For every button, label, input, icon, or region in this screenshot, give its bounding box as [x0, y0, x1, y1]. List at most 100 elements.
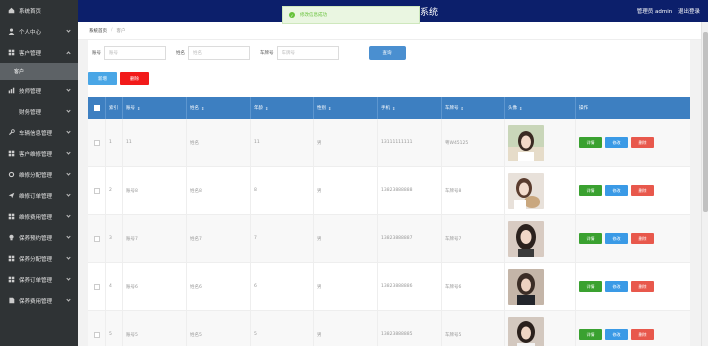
sidebar-item-repair-assign[interactable]: 维修分配管理 — [0, 164, 78, 185]
search-button[interactable]: 查询 — [368, 46, 406, 60]
row-checkbox[interactable] — [93, 139, 100, 146]
header-age[interactable]: 年龄 ⇕ — [251, 97, 314, 119]
sort-icon: ⇕ — [265, 105, 269, 111]
edit-button[interactable]: 修改 — [605, 281, 628, 292]
send-icon — [8, 192, 15, 199]
gender-cell: 男 — [314, 118, 378, 167]
name-cell: 姓名5 — [187, 310, 251, 346]
row-actions: 详情 修改 删除 — [579, 185, 654, 196]
sidebar-item-vehicle[interactable]: 车辆信息管理 — [0, 122, 78, 143]
header-phone[interactable]: 手机 ⇕ — [378, 97, 442, 119]
chevron-down-icon — [66, 213, 71, 218]
scrollbar-thumb[interactable] — [703, 32, 708, 212]
row-checkbox[interactable] — [93, 283, 100, 290]
row-checkbox[interactable] — [93, 235, 100, 242]
sidebar-subitem-customer[interactable]: 客户 — [0, 63, 78, 80]
account-cell: 账号7 — [123, 214, 187, 263]
logout-link[interactable]: 退出登录 — [678, 9, 700, 15]
breadcrumb: 系统首页 / 客户 — [78, 22, 708, 40]
header-plate[interactable]: 车牌号 ⇕ — [442, 97, 505, 119]
index-cell: 5 — [106, 310, 123, 346]
name-input[interactable] — [188, 46, 250, 60]
account-cell: 账号5 — [123, 310, 187, 346]
plate-cell: 车牌号5 — [442, 310, 505, 346]
sidebar-item-technician[interactable]: 技师管理 — [0, 80, 78, 101]
chevron-down-icon — [66, 28, 71, 33]
plate-input[interactable] — [276, 46, 339, 60]
chevron-down-icon — [66, 255, 71, 260]
edit-button[interactable]: 修改 — [605, 185, 628, 196]
account-label: 账号 — [92, 51, 101, 56]
chevron-down-icon — [66, 297, 71, 302]
header-name[interactable]: 姓名 ⇕ — [187, 97, 251, 119]
sidebar-item-maintenance-order[interactable]: 保养订单管理 — [0, 269, 78, 290]
sidebar-item-maintenance-fee[interactable]: 保养费用管理 — [0, 290, 78, 311]
sidebar-item-customer-repair[interactable]: 客户维修管理 — [0, 143, 78, 164]
avatar-cell — [505, 118, 576, 167]
row-actions: 详情 修改 删除 — [579, 137, 654, 148]
name-cell: 姓名 — [187, 118, 251, 167]
delete-button[interactable]: 删除 — [631, 137, 654, 148]
select-all-checkbox[interactable] — [93, 105, 100, 111]
delete-button[interactable]: 删除 — [631, 233, 654, 244]
delete-button[interactable]: 删除 — [631, 281, 654, 292]
sidebar-item-home[interactable]: 系统首页 — [0, 0, 78, 21]
edit-button[interactable]: 修改 — [605, 137, 628, 148]
detail-button[interactable]: 详情 — [579, 185, 602, 196]
batch-delete-button[interactable]: 删除 — [120, 72, 149, 85]
index-cell: 1 — [106, 118, 123, 167]
account-input[interactable] — [104, 46, 166, 60]
index-cell: 4 — [106, 262, 123, 311]
main-panel: 账号 姓名 车牌号 查询 新增 删除 索引 账号⇕ 姓名⇕ 年龄⇕ 性别⇕ 手机… — [88, 40, 690, 346]
row-checkbox[interactable] — [93, 331, 100, 338]
sidebar-item-customer[interactable]: 客户管理 — [0, 42, 78, 63]
gender-cell: 男 — [314, 214, 378, 263]
grid-icon — [8, 213, 15, 220]
user-label: 管理员 admin — [636, 9, 673, 15]
sidebar-item-finance[interactable]: 财务管理 — [0, 101, 78, 122]
detail-button[interactable]: 详情 — [579, 233, 602, 244]
index-cell: 2 — [106, 166, 123, 215]
chart-icon — [8, 87, 15, 94]
header-label: 车牌号 — [445, 106, 459, 111]
home-icon — [8, 7, 15, 14]
detail-button[interactable]: 详情 — [579, 329, 602, 340]
sidebar-subitem-label: 客户 — [14, 69, 25, 75]
chevron-down-icon — [66, 276, 71, 281]
grid-icon — [8, 276, 15, 283]
detail-button[interactable]: 详情 — [579, 137, 602, 148]
header-index: 索引 — [106, 97, 123, 119]
sidebar-item-maintenance-assign[interactable]: 保养分配管理 — [0, 248, 78, 269]
detail-button[interactable]: 详情 — [579, 281, 602, 292]
dot-icon — [8, 108, 15, 115]
sidebar-item-repair-order[interactable]: 维修订单管理 — [0, 185, 78, 206]
delete-button[interactable]: 删除 — [631, 329, 654, 340]
page-scrollbar[interactable] — [701, 22, 708, 346]
chevron-down-icon — [66, 150, 71, 155]
breadcrumb-home[interactable]: 系统首页 — [89, 28, 107, 34]
grid-icon — [8, 255, 15, 262]
row-actions: 详情 修改 删除 — [579, 233, 654, 244]
age-cell: 5 — [251, 310, 314, 346]
header-account[interactable]: 账号 ⇕ — [123, 97, 187, 119]
avatar — [508, 172, 544, 209]
age-cell: 7 — [251, 214, 314, 263]
plate-label: 车牌号 — [260, 51, 274, 56]
sidebar-item-label: 个人中心 — [19, 29, 42, 36]
chevron-down-icon — [66, 108, 71, 113]
gender-cell: 男 — [314, 166, 378, 215]
row-checkbox[interactable] — [93, 187, 100, 194]
delete-button[interactable]: 删除 — [631, 185, 654, 196]
sidebar-item-repair-fee[interactable]: 维修费用管理 — [0, 206, 78, 227]
operations-cell: 详情 修改 删除 — [576, 263, 690, 311]
avatar-cell — [505, 166, 576, 215]
header-avatar[interactable]: 头像 ⇕ — [505, 97, 576, 119]
edit-button[interactable]: 修改 — [605, 233, 628, 244]
sidebar-item-label: 客户管理 — [19, 50, 42, 57]
edit-button[interactable]: 修改 — [605, 329, 628, 340]
sidebar-item-profile[interactable]: 个人中心 — [0, 21, 78, 42]
add-button[interactable]: 新增 — [88, 72, 117, 85]
sidebar-item-maintenance-booking[interactable]: 保养预约管理 — [0, 227, 78, 248]
header-gender[interactable]: 性别 ⇕ — [314, 97, 378, 119]
account-cell: 11 — [123, 118, 187, 167]
